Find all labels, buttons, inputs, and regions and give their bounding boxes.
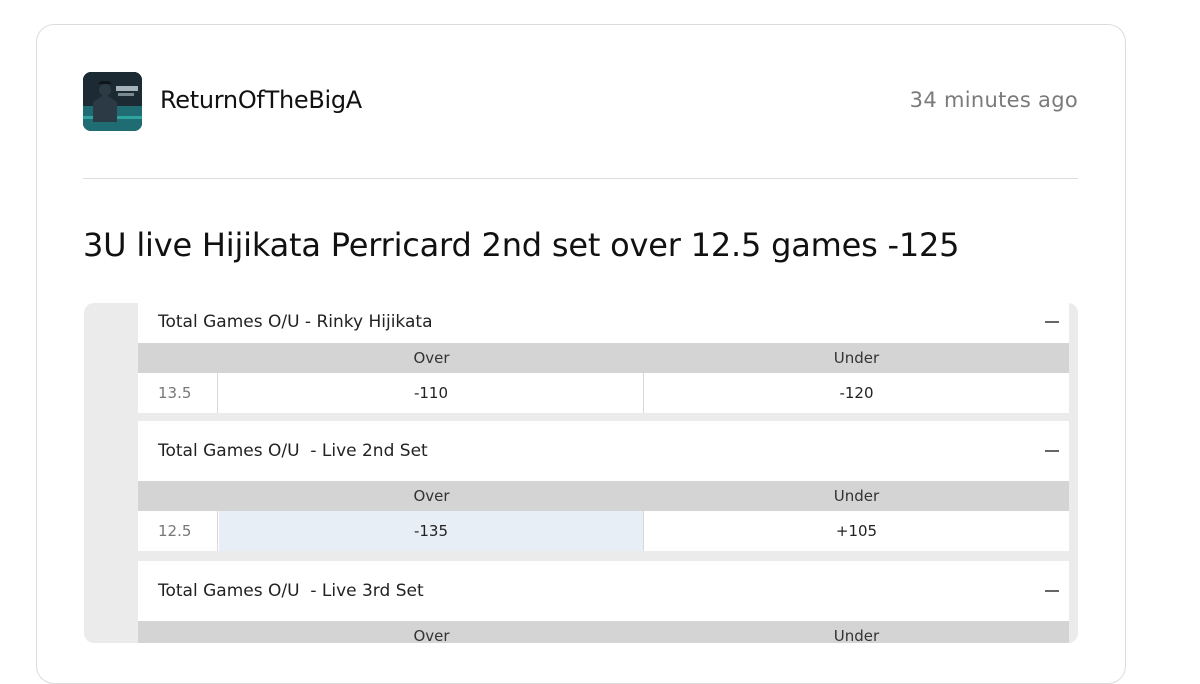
- market-header[interactable]: Total Games O/U - Live 2nd Set: [138, 421, 1069, 481]
- minus-icon[interactable]: [1045, 590, 1059, 592]
- under-column-label: Under: [833, 349, 880, 367]
- market-title: Total Games O/U - Live 3rd Set: [158, 581, 424, 601]
- column-header-row: Over Under: [138, 481, 1069, 511]
- over-odds-button[interactable]: -110: [219, 373, 644, 413]
- market-title: Total Games O/U - Rinky Hijikata: [158, 312, 433, 332]
- under-odds-button[interactable]: -120: [644, 373, 1069, 413]
- column-header-row: Over Under: [138, 343, 1069, 373]
- username[interactable]: ReturnOfTheBigA: [160, 86, 362, 114]
- minus-icon[interactable]: [1045, 450, 1059, 452]
- market-title: Total Games O/U - Live 2nd Set: [158, 441, 428, 461]
- over-column-label: Over: [413, 349, 450, 367]
- market-header[interactable]: Total Games O/U - Live 3rd Set: [138, 561, 1069, 621]
- over-column-label: Over: [413, 487, 450, 505]
- over-odds-button-selected[interactable]: -135: [219, 511, 644, 551]
- column-header-row: Over Under: [138, 621, 1069, 643]
- market-section: Total Games O/U - Live 2nd Set Over Unde…: [138, 421, 1069, 551]
- over-column-label: Over: [413, 627, 450, 643]
- line-value: 12.5: [138, 511, 218, 551]
- under-column-label: Under: [833, 627, 880, 643]
- odds-row: 13.5 -110 -120: [138, 373, 1069, 413]
- minus-icon[interactable]: [1045, 321, 1059, 323]
- market-section: Total Games O/U - Rinky Hijikata Over Un…: [138, 303, 1069, 413]
- post-timestamp: 34 minutes ago: [909, 88, 1078, 112]
- market-header[interactable]: Total Games O/U - Rinky Hijikata: [138, 303, 1069, 343]
- avatar[interactable]: [83, 72, 142, 131]
- line-value: 13.5: [138, 373, 218, 413]
- under-column-label: Under: [833, 487, 880, 505]
- market-section: Total Games O/U - Live 3rd Set Over Unde…: [138, 561, 1069, 643]
- odds-row: 12.5 -135 +105: [138, 511, 1069, 551]
- under-odds-button[interactable]: +105: [644, 511, 1069, 551]
- attached-bet-screenshot[interactable]: Total Games O/U - Rinky Hijikata Over Un…: [84, 303, 1078, 643]
- post-title: 3U live Hijikata Perricard 2nd set over …: [83, 226, 960, 264]
- avatar-image: [83, 72, 142, 131]
- divider: [83, 178, 1078, 179]
